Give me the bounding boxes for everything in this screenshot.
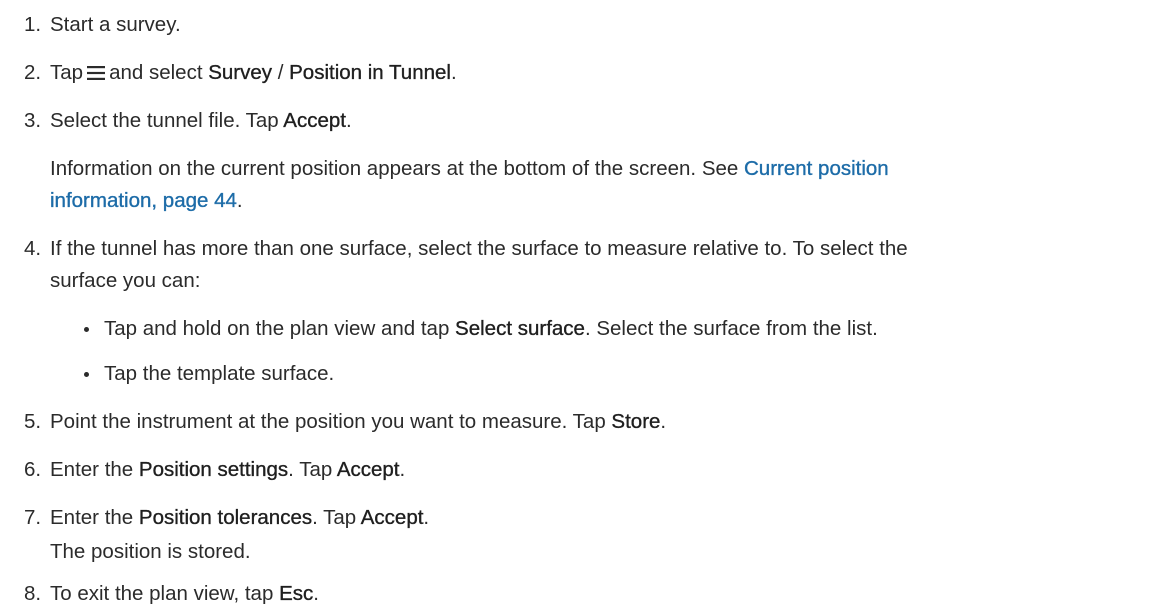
step-text-segment: .: [313, 582, 319, 605]
ui-term-esc: Esc: [279, 582, 314, 605]
step-text-segment: Enter the: [50, 506, 139, 529]
step-text-segment: Select the tunnel file. Tap: [50, 109, 284, 132]
step-text-segment: To exit the plan view, tap: [50, 582, 280, 605]
step-text: Start a survey.: [50, 13, 181, 36]
ui-term-position-tolerances: Position tolerances: [138, 506, 313, 529]
bullet-text: Tap and hold on the plan view and tap Se…: [104, 315, 878, 343]
bullet-icon: [84, 372, 89, 377]
step-text-segment: .: [345, 109, 352, 132]
ui-term-accept: Accept: [283, 109, 346, 132]
step-text-segment: surface you can:: [50, 269, 201, 292]
step-4-continued: surface you can:: [50, 267, 200, 295]
ui-term-select-surface: Select surface: [455, 317, 585, 340]
ui-term-accept: Accept: [360, 506, 424, 529]
step-text: Select the tunnel file. Tap Accept.: [50, 107, 352, 135]
step-3-note-line-1: Information on the current position appe…: [50, 155, 889, 183]
step-text: Point the instrument at the position you…: [50, 408, 666, 436]
current-position-link[interactable]: Current position: [744, 157, 889, 180]
step-text-segment: .: [450, 61, 457, 84]
step-text-segment: . Tap: [312, 506, 361, 529]
hamburger-menu-icon: [87, 66, 106, 80]
step-text-segment: . Tap: [288, 458, 337, 481]
ui-term-position-in-tunnel: Position in Tunnel: [289, 61, 451, 84]
bullet-text-segment: Tap and hold on the plan view and tap: [104, 317, 456, 340]
note-text: The position is stored.: [50, 540, 251, 563]
current-position-link-continued[interactable]: information, page 44: [50, 189, 237, 212]
note-text: .: [236, 189, 243, 212]
step-3-note-line-2: information, page 44.: [50, 187, 243, 215]
step-text-segment: .: [423, 506, 430, 529]
step-text: To exit the plan view, tap Esc.: [50, 580, 319, 608]
step-7-note: The position is stored.: [50, 538, 251, 566]
bullet-text-segment: . Select the surface from the list.: [584, 317, 878, 340]
step-text: If the tunnel has more than one surface,…: [50, 237, 908, 260]
step-text-segment: Point the instrument at the position you…: [50, 410, 612, 433]
step-text: Tap and select Survey / Position in Tunne…: [50, 59, 457, 87]
ui-term-position-settings: Position settings: [138, 458, 289, 481]
step-text-segment: .: [660, 410, 667, 433]
bullet-icon: [84, 327, 89, 332]
procedure-document: 1. Start a survey. 2. Tap and select Surv…: [0, 0, 1176, 613]
bullet-text: Tap the template surface.: [104, 362, 335, 385]
ui-term-survey: Survey: [208, 61, 273, 84]
step-text-segment: Tap: [50, 61, 84, 84]
ui-term-accept: Accept: [336, 458, 400, 481]
path-separator: /: [272, 61, 290, 84]
step-text-segment: and select: [109, 61, 203, 84]
note-text: Information on the current position appe…: [50, 157, 744, 180]
ui-term-store: Store: [611, 410, 661, 433]
step-text: Enter the Position tolerances. Tap Accep…: [50, 504, 429, 532]
step-text: Enter the Position settings. Tap Accept.: [50, 456, 405, 484]
step-text-segment: Enter the: [50, 458, 139, 481]
step-text-segment: .: [399, 458, 406, 481]
